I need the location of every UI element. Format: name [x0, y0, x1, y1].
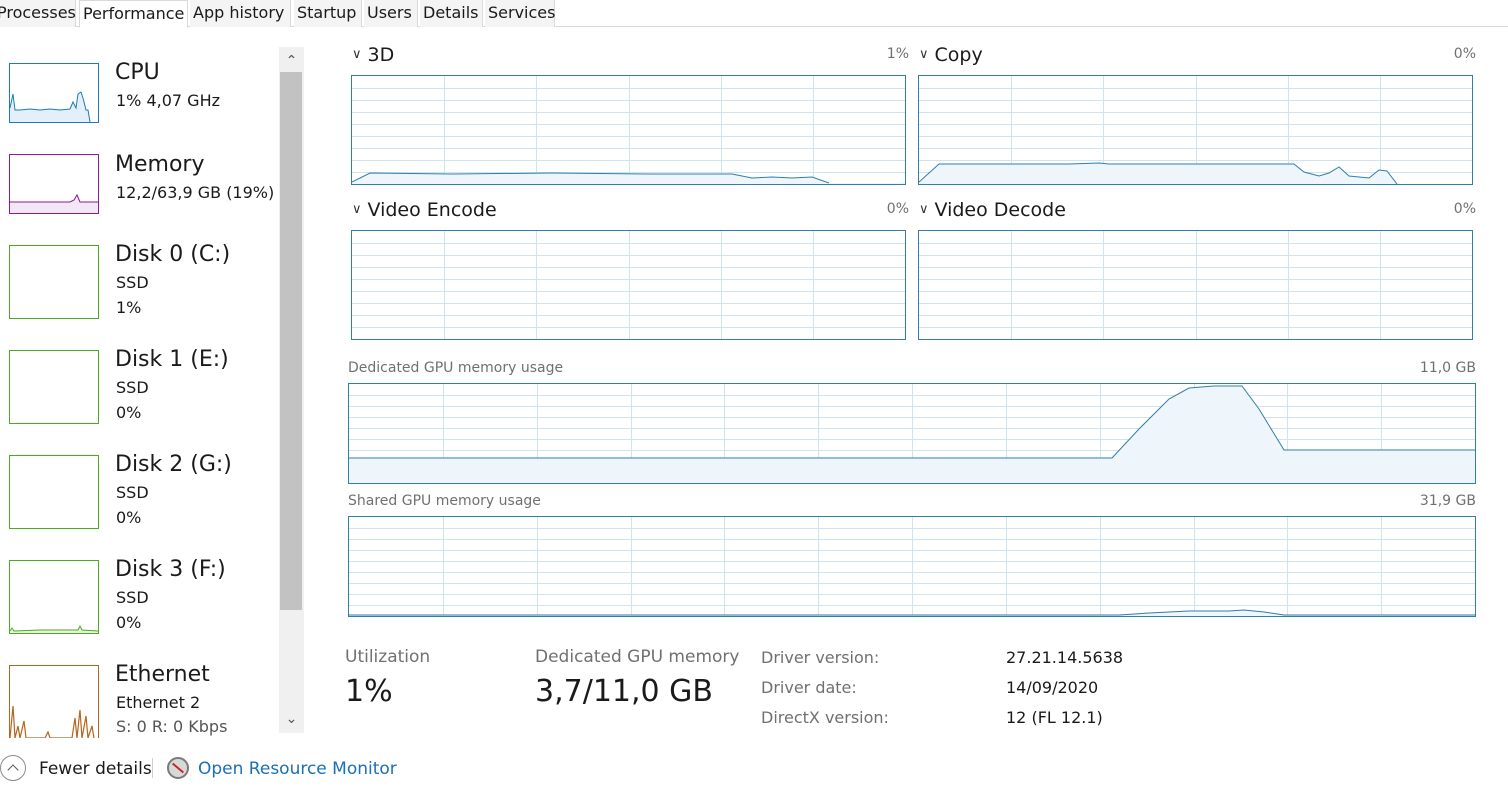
disk-0-title: Disk 0 (C:) [115, 242, 231, 267]
tab-bar: Processes Performance App history Startu… [0, 0, 1508, 28]
ethernet-throughput: S: 0 R: 0 Kbps [116, 717, 228, 736]
chevron-down-icon[interactable]: ∨ [919, 202, 929, 217]
dedicated-gpu-memory-value: 3,7/11,0 GB [535, 674, 713, 709]
footer-bar: Fewer details Open Resource Monitor [0, 738, 1508, 794]
disk-3-usage: 0% [116, 613, 142, 632]
disk-0-thumbnail-graph [9, 245, 99, 319]
disk-3-type: SSD [116, 588, 149, 607]
disk-1-type: SSD [116, 378, 149, 397]
sidebar-item-disk-2[interactable]: Disk 2 (G:) SSD 0% [0, 448, 278, 548]
utilization-label: Utilization [345, 647, 431, 667]
memory-usage-text: 12,2/63,9 GB (19%) [116, 183, 275, 202]
resource-sidebar: CPU 1% 4,07 GHz Memory 12,2/63,9 GB (19%… [0, 28, 305, 738]
tab-services[interactable]: Services [485, 0, 555, 27]
dedicated-memory-graph [348, 383, 1476, 484]
driver-version-value: 27.21.14.5638 [1006, 648, 1124, 667]
chevron-up-icon[interactable] [0, 755, 26, 781]
tab-processes[interactable]: Processes [0, 0, 76, 27]
disk-2-thumbnail-graph [9, 455, 99, 529]
cpu-thumbnail-graph [9, 63, 99, 123]
engine-video-encode-title[interactable]: ∨ Video Encode [352, 199, 497, 221]
cpu-usage-text: 1% 4,07 GHz [116, 91, 221, 110]
disk-0-type: SSD [116, 273, 149, 292]
tab-startup[interactable]: Startup [294, 0, 362, 27]
dedicated-memory-graph-label: Dedicated GPU memory usage [348, 360, 564, 376]
directx-version-value: 12 (FL 12.1) [1006, 708, 1103, 727]
memory-thumbnail-graph [9, 154, 99, 214]
engine-3d-label: 3D [367, 44, 395, 66]
driver-date-value: 14/09/2020 [1006, 678, 1099, 697]
engine-video-encode-percent: 0% [886, 201, 909, 217]
fewer-details-button[interactable]: Fewer details [39, 759, 152, 779]
dedicated-memory-graph-max: 11,0 GB [1419, 360, 1476, 376]
sidebar-item-cpu[interactable]: CPU 1% 4,07 GHz [0, 56, 278, 156]
disk-3-thumbnail-graph [9, 560, 99, 634]
disk-1-usage: 0% [116, 403, 142, 422]
shared-memory-graph-max: 31,9 GB [1419, 493, 1476, 509]
disk-1-title: Disk 1 (E:) [115, 347, 229, 372]
dedicated-gpu-memory-label: Dedicated GPU memory [535, 647, 740, 667]
sidebar-scroll-thumb[interactable] [280, 72, 302, 610]
open-resource-monitor-link[interactable]: Open Resource Monitor [198, 759, 397, 779]
disk-2-type: SSD [116, 483, 149, 502]
sidebar-item-disk-0[interactable]: Disk 0 (C:) SSD 1% [0, 238, 278, 338]
engine-video-encode-grid [352, 231, 905, 339]
engine-video-decode-grid [919, 231, 1472, 339]
engine-video-decode-percent: 0% [1453, 201, 1476, 217]
disk-2-title: Disk 2 (G:) [115, 452, 232, 477]
engine-video-decode-label: Video Decode [934, 199, 1066, 221]
shared-memory-graph [348, 516, 1476, 617]
memory-title: Memory [115, 152, 205, 177]
engine-3d-graph [351, 75, 906, 185]
chevron-down-icon[interactable]: ∨ [919, 47, 929, 62]
sidebar-item-memory[interactable]: Memory 12,2/63,9 GB (19%) [0, 148, 278, 248]
engine-3d-title[interactable]: ∨ 3D [352, 44, 394, 66]
tab-users[interactable]: Users [364, 0, 418, 27]
engine-3d-percent: 1% [886, 46, 909, 62]
tab-app-history[interactable]: App history [190, 0, 291, 27]
scroll-down-icon[interactable]: ⌄ [279, 707, 304, 732]
cpu-title: CPU [115, 60, 160, 85]
disk-1-thumbnail-graph [9, 350, 99, 424]
disk-3-title: Disk 3 (F:) [115, 557, 226, 582]
driver-version-label: Driver version: [761, 648, 880, 667]
sidebar-item-disk-3[interactable]: Disk 3 (F:) SSD 0% [0, 553, 278, 653]
resource-monitor-icon[interactable] [167, 757, 189, 779]
chevron-down-icon[interactable]: ∨ [352, 202, 362, 217]
engine-video-decode-graph [918, 230, 1473, 340]
sidebar-item-ethernet[interactable]: Ethernet Ethernet 2 S: 0 R: 0 Kbps [0, 658, 278, 738]
scroll-up-icon[interactable]: ⌃ [279, 49, 304, 74]
sidebar-item-disk-1[interactable]: Disk 1 (E:) SSD 0% [0, 343, 278, 443]
ethernet-thumbnail-graph [9, 665, 99, 738]
engine-copy-graph [918, 75, 1473, 185]
engine-copy-title[interactable]: ∨ Copy [919, 44, 983, 66]
footer-divider [152, 758, 153, 778]
chevron-down-icon[interactable]: ∨ [352, 47, 362, 62]
directx-version-label: DirectX version: [761, 708, 889, 727]
shared-memory-graph-label: Shared GPU memory usage [348, 493, 541, 509]
disk-2-usage: 0% [116, 508, 142, 527]
engine-video-decode-title[interactable]: ∨ Video Decode [919, 199, 1066, 221]
tab-performance[interactable]: Performance [79, 0, 188, 28]
engine-copy-percent: 0% [1453, 46, 1476, 62]
tab-details[interactable]: Details [420, 0, 483, 27]
driver-date-label: Driver date: [761, 678, 857, 697]
utilization-value: 1% [345, 674, 393, 709]
disk-0-usage: 1% [116, 298, 142, 317]
engine-copy-label: Copy [934, 44, 983, 66]
engine-video-encode-label: Video Encode [367, 199, 497, 221]
ethernet-title: Ethernet [115, 662, 210, 687]
engine-video-encode-graph [351, 230, 906, 340]
ethernet-adapter: Ethernet 2 [116, 693, 201, 712]
